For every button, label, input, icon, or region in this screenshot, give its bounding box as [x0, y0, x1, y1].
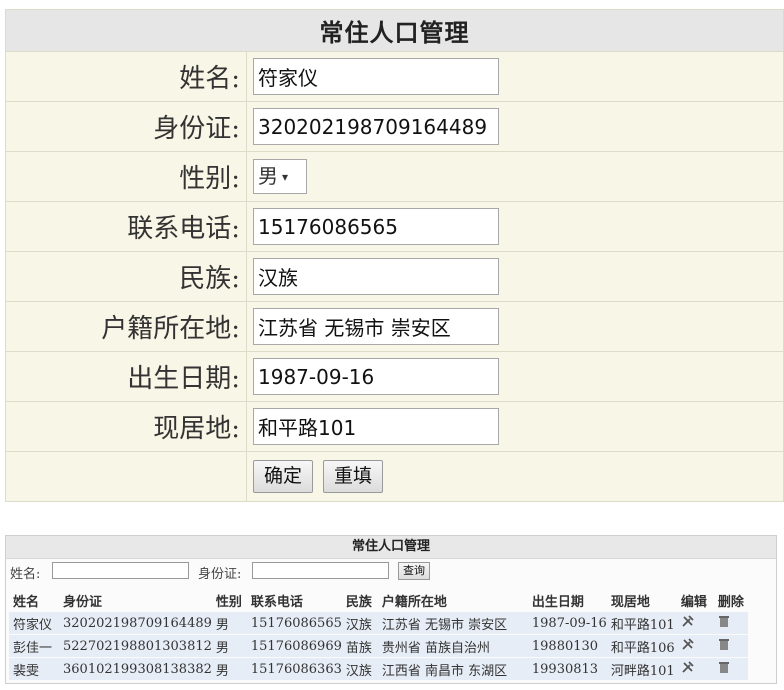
- search-name-label: 姓名:: [10, 567, 41, 582]
- cell-address: 河畔路101: [606, 657, 677, 681]
- cell-phone: 15176086363: [246, 657, 342, 681]
- list-title: 常住人口管理: [6, 536, 776, 559]
- birth-date-input[interactable]: [253, 358, 499, 395]
- edit-icon[interactable]: [681, 614, 695, 631]
- cell-id: 320202198709164489: [59, 612, 212, 635]
- col-header-phone: 联系电话: [250, 594, 303, 610]
- cell-birth-date: 1987-09-16: [527, 612, 607, 635]
- col-header-edit: 编辑: [680, 594, 707, 610]
- cell-ethnicity: 汉族: [341, 657, 378, 681]
- table-row: 符家仪 320202198709164489 男 15176086565 汉族 …: [9, 612, 748, 635]
- gender-selected-value: 男: [258, 164, 278, 188]
- phone-label: 联系电话:: [5, 201, 247, 252]
- col-header-delete: 删除: [717, 594, 744, 610]
- cell-address: 和平路106: [606, 634, 677, 658]
- table-row: 彭佳一 522702198801303812 男 15176086969 苗族 …: [9, 634, 748, 658]
- search-name-input[interactable]: [52, 562, 189, 579]
- birth-date-label: 出生日期:: [5, 351, 247, 402]
- ethnicity-label: 民族:: [5, 251, 247, 302]
- actions-label-cell: [5, 451, 247, 502]
- current-address-input[interactable]: [253, 408, 499, 445]
- resident-list-panel: 常住人口管理 姓名: 身份证: 查询 姓名 身份证 性别 联系电话 民族 户籍所…: [5, 535, 777, 684]
- cell-id: 522702198801303812: [59, 634, 212, 658]
- gender-label: 性别:: [5, 151, 247, 202]
- delete-cell: [713, 634, 748, 658]
- cell-registration: 江苏省 无锡市 崇安区: [377, 612, 528, 635]
- search-bar: 姓名: 身份证: 查询: [6, 559, 776, 583]
- cell-phone: 15176086969: [246, 634, 342, 658]
- reset-button[interactable]: 重填: [323, 460, 384, 493]
- cell-birth-date: 19880130: [527, 634, 607, 658]
- cell-registration: 江西省 南昌市 东湖区: [377, 657, 528, 681]
- edit-icon[interactable]: [681, 660, 695, 677]
- search-id-input[interactable]: [252, 562, 389, 579]
- edit-cell: [676, 612, 714, 635]
- edit-cell: [676, 657, 714, 681]
- cell-ethnicity: 苗族: [341, 634, 378, 658]
- cell-ethnicity: 汉族: [341, 612, 378, 635]
- cell-birth-date: 19930813: [527, 657, 607, 681]
- ethnicity-input[interactable]: [253, 258, 499, 295]
- col-header-ethnicity: 民族: [345, 594, 372, 610]
- trash-icon[interactable]: [718, 660, 730, 677]
- resident-table: 姓名 身份证 性别 联系电话 民族 户籍所在地 出生日期 现居地 编辑 删除 符…: [9, 588, 748, 681]
- table-row: 裴雯 360102199308138382 男 15176086363 汉族 江…: [9, 657, 748, 681]
- col-header-id: 身份证: [63, 594, 103, 610]
- cell-address: 和平路101: [606, 612, 677, 635]
- form-title: 常住人口管理: [5, 9, 784, 52]
- cell-gender: 男: [211, 657, 247, 681]
- col-header-gender: 性别: [215, 594, 242, 610]
- cell-registration: 贵州省 苗族自治州: [377, 634, 528, 658]
- search-id-label: 身份证:: [198, 567, 242, 582]
- current-address-label: 现居地:: [5, 401, 247, 452]
- name-label: 姓名:: [5, 51, 247, 102]
- delete-cell: [713, 612, 748, 635]
- trash-icon[interactable]: [718, 637, 730, 654]
- cell-name: 裴雯: [9, 657, 59, 681]
- id-number-input[interactable]: [253, 108, 499, 145]
- cell-gender: 男: [211, 612, 247, 635]
- col-header-birth-date: 出生日期: [531, 594, 584, 610]
- table-header-row: 姓名 身份证 性别 联系电话 民族 户籍所在地 出生日期 现居地 编辑 删除: [9, 588, 748, 612]
- col-header-name: 姓名: [13, 594, 40, 610]
- edit-icon[interactable]: [681, 637, 695, 654]
- delete-cell: [713, 657, 748, 681]
- cell-name: 符家仪: [9, 612, 59, 635]
- cell-phone: 15176086565: [246, 612, 342, 635]
- household-registration-input[interactable]: [253, 308, 499, 345]
- chevron-down-icon: ▾: [282, 170, 289, 184]
- household-registration-label: 户籍所在地:: [5, 301, 247, 352]
- cell-id: 360102199308138382: [59, 657, 212, 681]
- submit-button[interactable]: 确定: [253, 460, 314, 493]
- search-button[interactable]: 查询: [398, 562, 430, 580]
- id-number-label: 身份证:: [5, 101, 247, 152]
- cell-gender: 男: [211, 634, 247, 658]
- col-header-registration: 户籍所在地: [381, 594, 447, 610]
- resident-form: 常住人口管理 姓名: 身份证: 性别: 男▾ 联系电话: 民族: 户籍所在地: …: [5, 9, 784, 502]
- col-header-address: 现居地: [610, 594, 650, 610]
- edit-cell: [676, 634, 714, 658]
- cell-name: 彭佳一: [9, 634, 59, 658]
- gender-select[interactable]: 男 ▾: [253, 159, 307, 194]
- name-input[interactable]: [253, 58, 499, 95]
- phone-input[interactable]: [253, 208, 499, 245]
- trash-icon[interactable]: [718, 614, 730, 631]
